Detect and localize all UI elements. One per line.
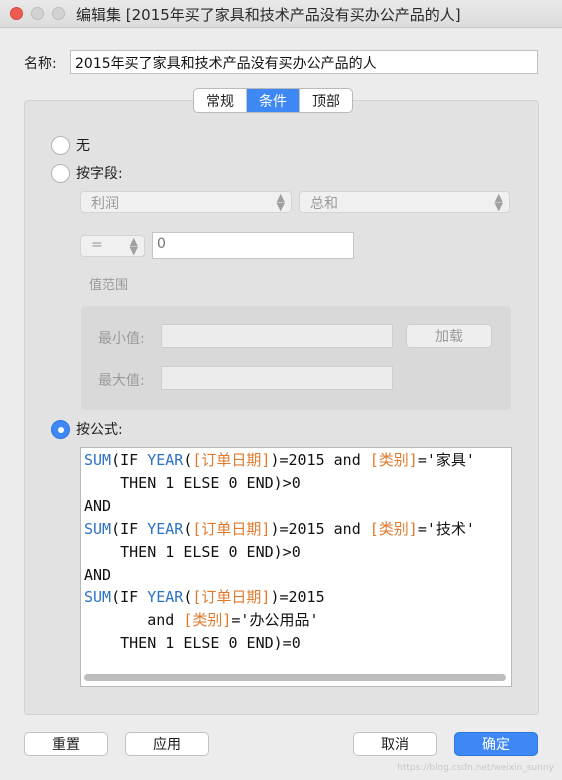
name-input[interactable]: 2015年买了家具和技术产品没有买办公产品的人 (70, 50, 538, 74)
tab-general[interactable]: 常规 (194, 89, 246, 112)
value-range-box (81, 306, 511, 410)
tab-bar: 常规 条件 顶部 (193, 88, 353, 113)
radio-by-field-circle[interactable] (51, 163, 70, 183)
select-arrows-icon: ▲ ▼ (276, 191, 285, 213)
max-value-input[interactable] (161, 366, 393, 390)
formula-code: SUM(IF YEAR([订单日期])=2015 and [类别]='家具' T… (84, 451, 475, 653)
min-value-input[interactable] (161, 324, 393, 348)
radio-by-formula-label: 按公式: (76, 422, 123, 438)
apply-button[interactable]: 应用 (125, 732, 209, 756)
min-value-label: 最小值: (98, 331, 145, 347)
watermark: https://blog.csdn.net/weixin_sunny (397, 763, 554, 773)
field-select-value: 利润 (91, 196, 119, 212)
operator-select-value: = (91, 237, 103, 253)
radio-none-circle[interactable] (51, 135, 70, 155)
formula-editor[interactable]: SUM(IF YEAR([订单日期])=2015 and [类别]='家具' T… (80, 447, 512, 687)
reset-button[interactable]: 重置 (24, 732, 108, 756)
tab-top[interactable]: 顶部 (299, 89, 352, 112)
close-window-button[interactable] (10, 7, 23, 20)
edit-set-dialog: 编辑集 [2015年买了家具和技术产品没有买办公产品的人] 名称: 2015年买… (0, 0, 562, 780)
minimize-window-button[interactable] (31, 7, 44, 20)
title-bar[interactable]: 编辑集 [2015年买了家具和技术产品没有买办公产品的人] (0, 0, 562, 28)
select-arrows-icon: ▲ ▼ (494, 191, 503, 213)
value-range-label: 值范围 (89, 278, 129, 293)
radio-by-field[interactable]: 按字段: (51, 163, 123, 183)
radio-by-field-label: 按字段: (76, 166, 123, 182)
radio-none[interactable]: 无 (51, 135, 90, 155)
operator-select[interactable]: = ▲ ▼ (80, 235, 145, 257)
radio-by-formula[interactable]: 按公式: (51, 419, 123, 439)
cancel-button[interactable]: 取消 (353, 732, 437, 756)
ok-button[interactable]: 确定 (454, 732, 538, 756)
radio-none-label: 无 (76, 138, 90, 154)
formula-horizontal-scrollbar[interactable] (84, 674, 506, 681)
select-arrows-icon: ▲ ▼ (129, 235, 138, 257)
aggregation-select-value: 总和 (310, 196, 338, 212)
radio-by-formula-circle[interactable] (51, 419, 70, 439)
load-button[interactable]: 加载 (406, 324, 492, 348)
zoom-window-button[interactable] (52, 7, 65, 20)
window-title: 编辑集 [2015年买了家具和技术产品没有买办公产品的人] (76, 6, 461, 24)
name-label: 名称: (24, 56, 57, 72)
tab-condition[interactable]: 条件 (246, 89, 299, 112)
max-value-label: 最大值: (98, 373, 145, 389)
field-select[interactable]: 利润 ▲ ▼ (80, 191, 292, 213)
aggregation-select[interactable]: 总和 ▲ ▼ (299, 191, 510, 213)
condition-value-input[interactable]: 0 (152, 232, 354, 259)
